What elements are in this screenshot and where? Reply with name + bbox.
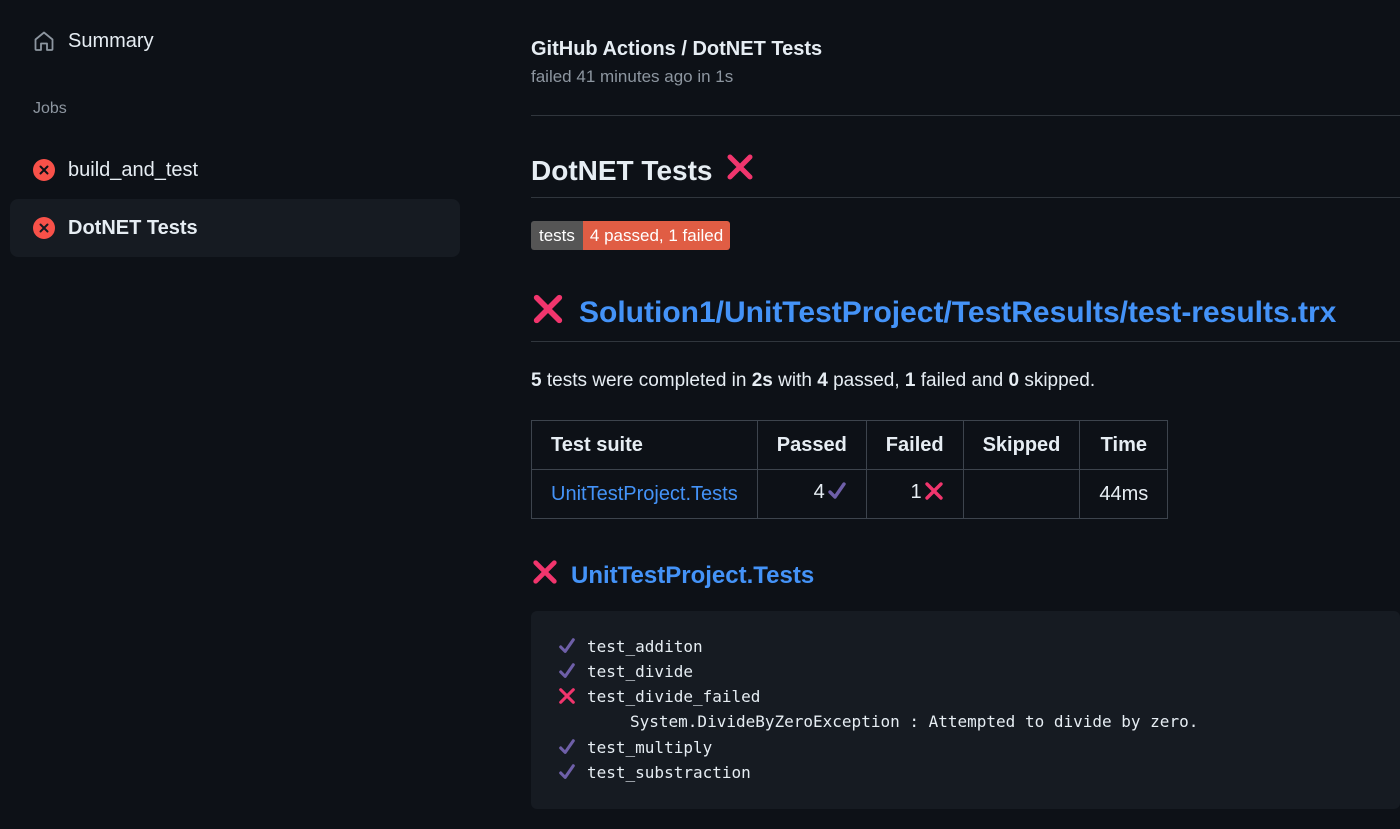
test-item: test_substraction (557, 761, 751, 783)
table-row: UnitTestProject.Tests 4 1 44ms (531, 469, 1169, 519)
results-summary: 5 tests were completed in 2s with 4 pass… (531, 370, 1095, 392)
cross-mark-icon (924, 481, 944, 507)
run-status-text: failed 41 minutes ago in 1s (531, 67, 734, 86)
test-name: test_substraction (587, 762, 751, 782)
divider (531, 341, 1400, 342)
skipped-count: 0 (1008, 370, 1020, 391)
check-mark-icon (557, 738, 577, 756)
cross-mark-icon (557, 687, 577, 705)
summary-text: passed, (827, 370, 905, 391)
suite-link[interactable]: UnitTestProject.Tests (531, 469, 758, 519)
sidebar: Summary Jobs build_and_test DotNET Tests (0, 0, 470, 829)
report-heading-text: DotNET Tests (531, 154, 713, 186)
badge-value: 4 passed, 1 failed (582, 221, 731, 250)
sidebar-item-label: DotNET Tests (68, 216, 198, 239)
cross-mark-icon (531, 558, 559, 593)
trx-file-heading[interactable]: Solution1/UnitTestProject/TestResults/te… (531, 292, 1336, 334)
tests-status-badge: tests 4 passed, 1 failed (531, 221, 731, 250)
test-item: test_divide_failed (557, 685, 760, 707)
col-header-time: Time (1079, 420, 1169, 470)
check-mark-icon (827, 481, 847, 507)
test-failure-detail: System.DivideByZeroException : Attempted… (630, 711, 1199, 731)
col-header-failed: Failed (865, 420, 964, 470)
test-list-codeblock: test_additon test_divide test_divide_fai… (531, 611, 1400, 809)
check-mark-icon (557, 637, 577, 655)
summary-text: failed and (915, 370, 1009, 391)
test-item: test_multiply (557, 736, 712, 758)
col-header-skipped: Skipped (962, 420, 1081, 470)
cross-mark-icon (725, 152, 755, 189)
x-circle-fill-icon (32, 158, 56, 182)
test-name: test_divide (587, 661, 693, 681)
page-title: GitHub Actions / DotNET Tests (531, 38, 823, 60)
total-count: 5 (531, 370, 542, 391)
badge-label: tests (531, 221, 583, 250)
cross-mark-icon (531, 292, 565, 334)
summary-text: skipped. (1019, 370, 1096, 391)
passed-value: 4 (813, 481, 825, 503)
home-icon (32, 29, 56, 53)
test-item: test_divide (557, 660, 693, 682)
duration: 2s (751, 370, 773, 391)
main-content: GitHub Actions / DotNET Tests failed 41 … (531, 0, 1400, 829)
sidebar-item-build-and-test[interactable]: build_and_test (10, 141, 460, 199)
time-cell: 44ms (1079, 469, 1169, 519)
summary-text: with (772, 370, 818, 391)
x-circle-fill-icon (32, 216, 56, 240)
failed-value: 1 (910, 481, 922, 503)
page: Summary Jobs build_and_test DotNET Tests… (0, 0, 1400, 829)
check-mark-icon (557, 662, 577, 680)
results-table: Test suite Passed Failed Skipped Time Un… (531, 420, 1169, 519)
test-item: test_additon (557, 635, 703, 657)
col-header-passed: Passed (756, 420, 867, 470)
passed-cell: 4 (756, 469, 867, 519)
skipped-cell (962, 469, 1081, 519)
jobs-heading: Jobs (33, 100, 67, 117)
passed-count: 4 (817, 370, 828, 391)
divider (531, 115, 1400, 116)
check-mark-icon (557, 763, 577, 781)
summary-text: tests were completed in (541, 370, 752, 391)
trx-file-link[interactable]: Solution1/UnitTestProject/TestResults/te… (579, 296, 1336, 330)
test-name: test_multiply (587, 737, 713, 757)
sidebar-item-label: build_and_test (68, 158, 199, 181)
report-heading: DotNET Tests (531, 152, 755, 189)
suite-heading-link[interactable]: UnitTestProject.Tests (571, 562, 814, 590)
sidebar-item-dotnet-tests[interactable]: DotNET Tests (10, 199, 460, 257)
sidebar-item-label: Summary (68, 29, 154, 52)
suite-heading[interactable]: UnitTestProject.Tests (531, 558, 814, 593)
test-name: test_additon (587, 636, 703, 656)
failed-cell: 1 (865, 469, 964, 519)
col-header-test-suite: Test suite (531, 420, 758, 470)
test-name: test_divide_failed (587, 686, 761, 706)
divider (531, 197, 1400, 198)
sidebar-item-summary[interactable]: Summary (10, 12, 460, 70)
table-header-row: Test suite Passed Failed Skipped Time (531, 420, 1169, 470)
failed-count: 1 (904, 370, 916, 391)
